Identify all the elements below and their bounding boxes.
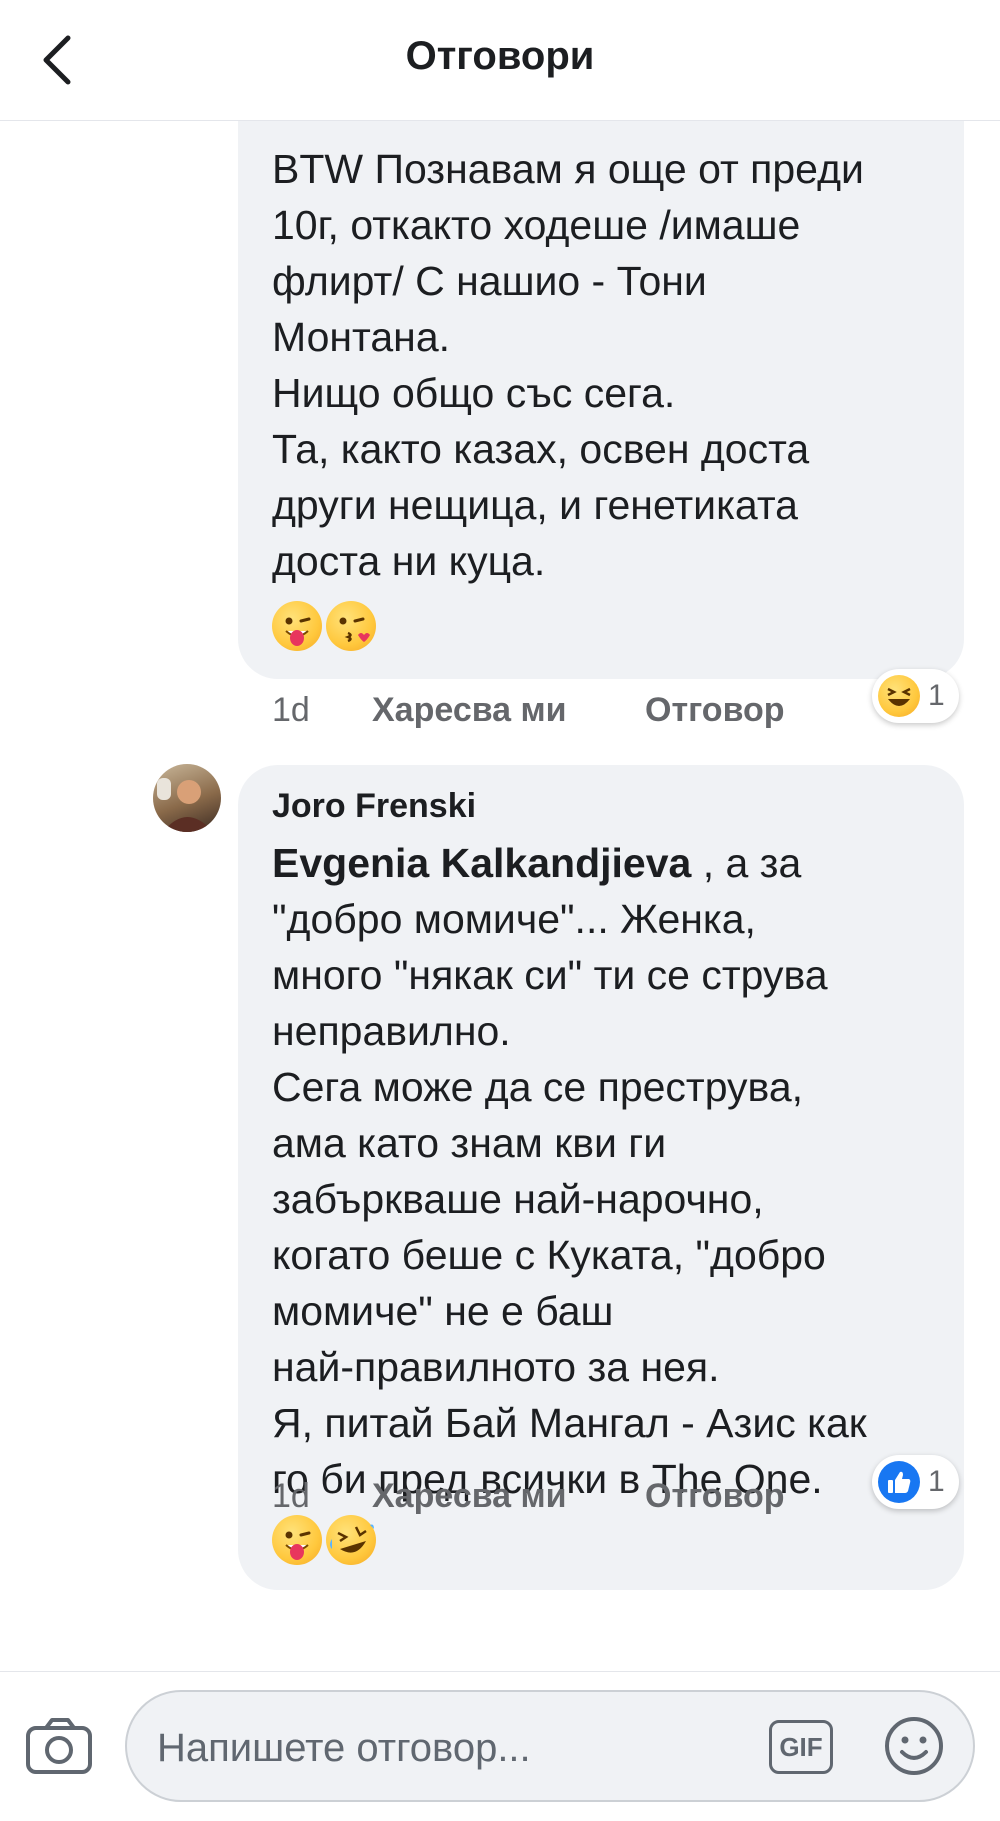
- comment-text-fragment: , а за: [691, 840, 802, 886]
- top-bar: Отговори: [0, 0, 1000, 121]
- avatar[interactable]: [153, 764, 221, 832]
- reaction-count: 1: [928, 679, 945, 712]
- comment-text-line: най-правилното за нея.: [272, 1344, 720, 1390]
- reaction-badge[interactable]: 1: [872, 1455, 959, 1509]
- comment-text-line: Сега може да се преструва,: [272, 1064, 804, 1110]
- camera-icon[interactable]: [24, 1714, 96, 1780]
- haha-reaction-icon: [878, 675, 920, 717]
- comment-author[interactable]: Joro Frenski: [272, 787, 476, 826]
- reply-button[interactable]: Отговор: [645, 691, 785, 730]
- comment-text-line: Монтана.: [272, 314, 451, 360]
- smiley-icon[interactable]: [882, 1714, 946, 1778]
- comment-text-line: 10г, откакто ходеше /имаше: [272, 202, 801, 248]
- comment-text-line: Нищо общо със сега.: [272, 370, 676, 416]
- comment-time: 1d: [272, 1477, 310, 1515]
- replies-thread[interactable]: BTW Познавам я още от преди 10г, откакто…: [0, 121, 1000, 1671]
- gif-button[interactable]: GIF: [769, 1720, 833, 1774]
- comment-text-line: флирт/ С нашио - Тони: [272, 258, 707, 304]
- comment-bubble[interactable]: BTW Познавам я още от преди 10г, откакто…: [238, 121, 964, 679]
- like-reaction-icon: [878, 1461, 920, 1503]
- comment-text-line: много "някак си" ти се струва: [272, 952, 828, 998]
- rofl-emoji-icon: [326, 1515, 376, 1565]
- tongue-wink-emoji-icon: [272, 601, 322, 651]
- like-button[interactable]: Харесва ми: [372, 1477, 567, 1516]
- reply-composer: Напишете отговор... GIF: [0, 1671, 1000, 1821]
- comment-text-line: Я, питай Бай Мангал - Азис как: [272, 1400, 867, 1446]
- comment-text-line: BTW Познавам я още от преди: [272, 146, 864, 192]
- reply-button[interactable]: Отговор: [645, 1477, 785, 1516]
- comment-text-line: други нещица, и генетиката: [272, 482, 798, 528]
- comment-text-line: когато беше с Куката, "добро: [272, 1232, 826, 1278]
- page-title: Отговори: [405, 34, 595, 78]
- mention-link[interactable]: Evgenia Kalkandjieva: [272, 840, 691, 886]
- reply-input[interactable]: Напишете отговор... GIF: [125, 1690, 975, 1802]
- comment-bubble[interactable]: Joro Frenski Evgenia Kalkandjieva , а за…: [238, 765, 964, 1590]
- comment-text-line: неправилно.: [272, 1008, 511, 1054]
- comment-text-line: момиче" не е баш: [272, 1288, 614, 1334]
- tongue-wink-emoji-icon: [272, 1515, 322, 1565]
- comment-time: 1d: [272, 691, 310, 729]
- comment-text-line: забърква­ше най-нарочно,: [272, 1176, 764, 1222]
- comment-text-line: Evgenia Kalkandjieva , а за: [272, 835, 801, 891]
- reaction-badge[interactable]: 1: [872, 669, 959, 723]
- like-button[interactable]: Харесва ми: [372, 691, 567, 730]
- kiss-emoji-icon: [326, 601, 376, 651]
- emoji-row: [272, 601, 376, 651]
- comment-text-line: доста ни куца.: [272, 538, 546, 584]
- comment-text-line: "добро момиче"... Женка,: [272, 896, 756, 942]
- comment-text-line: Та, както казах, освен доста: [272, 426, 810, 472]
- comment-text-line: ама като знам кви ги: [272, 1120, 667, 1166]
- reply-placeholder: Напишете отговор...: [157, 1726, 531, 1770]
- reaction-count: 1: [928, 1465, 945, 1498]
- emoji-row: [272, 1515, 376, 1565]
